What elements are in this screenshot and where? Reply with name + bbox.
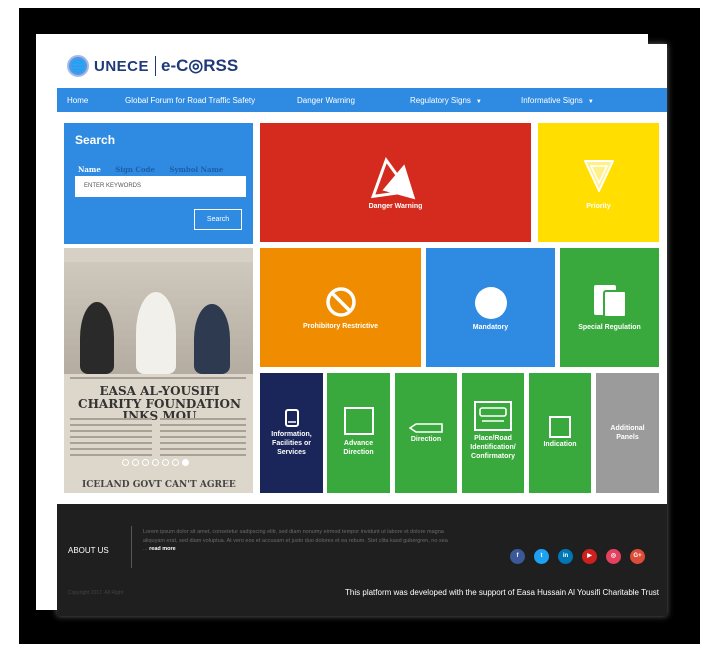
brand-divider (155, 56, 157, 76)
brand-unece[interactable]: UNECE (94, 58, 149, 75)
read-more-link[interactable]: read more (149, 546, 176, 552)
tile-priority[interactable]: Priority (538, 123, 659, 242)
mandatory-circle-icon (474, 287, 507, 319)
chevron-down-icon: ▼ (475, 99, 482, 105)
prohibitory-icon (325, 287, 356, 317)
about-us-heading: ABOUT US (68, 546, 109, 555)
slide-dot[interactable] (122, 459, 129, 466)
indication-square-icon (549, 416, 571, 438)
slide-dot[interactable] (152, 459, 159, 466)
tile-label: Priority (586, 203, 611, 210)
youtube-icon[interactable]: ▶ (582, 549, 597, 564)
search-tabs: Name Sign Code Symbol Name (78, 165, 235, 174)
information-sign-icon (284, 409, 299, 427)
credit-text: This platform was developed with the sup… (345, 588, 659, 597)
slide-person (80, 302, 114, 374)
site-footer: ABOUT US Lorem ipsum dolor sit amet, con… (57, 504, 667, 616)
logo-bar: 🌐 UNECE e-C◎RSS (57, 44, 667, 88)
search-button[interactable]: Search (194, 209, 242, 230)
slide-person (194, 304, 230, 374)
nav-danger-warning[interactable]: Danger Warning (297, 96, 355, 105)
main-nav: Home Global Forum for Road Traffic Safet… (57, 88, 667, 114)
tile-advance-direction[interactable]: Advance Direction (327, 373, 390, 493)
slide-newsprint: EASA AL-YOUSIFI CHARITY FOUNDATION INKS … (64, 374, 253, 493)
slide-indicator (122, 459, 189, 466)
e-corss-homepage: 🌐 UNECE e-C◎RSS Home Global Forum for Ro… (57, 44, 667, 616)
footer-divider (131, 526, 132, 568)
google-plus-icon[interactable]: G+ (630, 549, 645, 564)
news-slideshow[interactable]: EASA AL-YOUSIFI CHARITY FOUNDATION INKS … (64, 248, 253, 493)
search-tab-symbol-name[interactable]: Symbol Name (169, 165, 223, 174)
tile-label: Indication (543, 441, 577, 448)
priority-yield-icon (583, 160, 614, 192)
slide-dot[interactable] (162, 459, 169, 466)
advance-direction-icon (343, 407, 374, 435)
tile-label: Information, Facilities or Services (271, 431, 312, 456)
tile-information-facilities[interactable]: Information, Facilities or Services (260, 373, 323, 493)
search-panel: Search Name Sign Code Symbol Name ENTER … (64, 123, 253, 244)
slide-dot[interactable] (132, 459, 139, 466)
nav-global-forum[interactable]: Global Forum for Road Traffic Safety (125, 96, 255, 105)
tile-place-road-identification[interactable]: Place/Road Identification/ Confirmatory (462, 373, 524, 493)
tile-special-regulation[interactable]: Special Regulation (560, 248, 659, 367)
slide-newsprint-top (64, 248, 253, 262)
slide-person (136, 292, 176, 374)
nav-regulatory-signs[interactable]: Regulatory Signs ▼ (410, 96, 482, 105)
tile-indication[interactable]: Indication (529, 373, 591, 493)
tile-label: Direction (410, 436, 442, 443)
tile-danger-warning[interactable]: Danger Warning (260, 123, 531, 242)
search-input[interactable]: ENTER KEYWORDS (75, 176, 246, 197)
tile-mandatory[interactable]: Mandatory (426, 248, 555, 367)
search-tab-name[interactable]: Name (78, 165, 101, 174)
facebook-icon[interactable]: f (510, 549, 525, 564)
slide-photo (64, 262, 253, 374)
slide-dot[interactable] (142, 459, 149, 466)
tile-label: Advance Direction (343, 440, 374, 456)
search-tab-sign-code[interactable]: Sign Code (115, 165, 155, 174)
slide-secondary-headline: ICELAND GOVT CAN'T AGREE (82, 480, 236, 490)
about-us-text: Lorem ipsum dolor sit amet, consetetur s… (143, 529, 448, 553)
nav-home[interactable]: Home (67, 96, 89, 114)
tile-label: Place/Road Identification/ Confirmatory (470, 435, 516, 460)
tile-direction[interactable]: Direction (395, 373, 457, 493)
slide-dot-active[interactable] (182, 459, 189, 466)
nav-informative-signs[interactable]: Informative Signs ▼ (521, 96, 594, 105)
copyright-text: Copyright 2017. All Right (68, 590, 124, 596)
tile-additional-panels[interactable]: Additional Panels (596, 373, 659, 493)
chevron-down-icon: ▼ (587, 99, 594, 105)
place-identification-icon (474, 401, 512, 431)
tile-label: Additional Panels (610, 425, 645, 441)
danger-warning-icon (370, 157, 415, 200)
tile-label: Mandatory (472, 324, 509, 331)
footer-bottom-bar: Copyright 2017. All Right This platform … (57, 582, 667, 606)
special-regulation-icon (593, 285, 627, 318)
tile-label: Danger Warning (368, 203, 423, 210)
linkedin-icon[interactable]: in (558, 549, 573, 564)
tile-prohibitory-restrictive[interactable]: Prohibitory Restrictive (260, 248, 421, 367)
twitter-icon[interactable]: t (534, 549, 549, 564)
search-title: Search (75, 133, 116, 147)
un-emblem-icon[interactable]: 🌐 (67, 55, 89, 77)
brand-ecorss[interactable]: e-C◎RSS (161, 56, 238, 76)
instagram-icon[interactable]: ◎ (606, 549, 621, 564)
slide-dot[interactable] (172, 459, 179, 466)
tile-label: Special Regulation (578, 324, 641, 331)
tile-label: Prohibitory Restrictive (302, 323, 379, 330)
direction-arrow-icon (409, 423, 443, 433)
